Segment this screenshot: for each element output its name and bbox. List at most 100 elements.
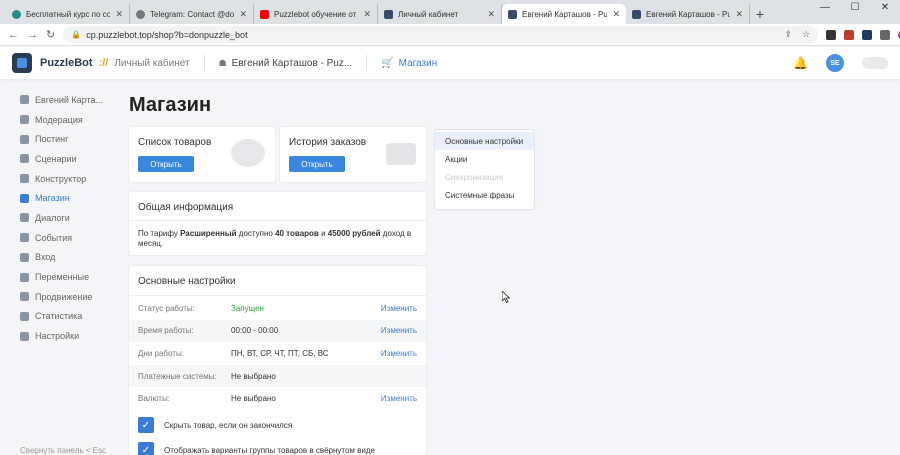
bookmark-star-icon[interactable]: ☆ — [802, 29, 810, 40]
sidebar-item-scenarios[interactable]: Сценарии — [0, 149, 110, 169]
extensions-bar: ⋮ — [826, 29, 900, 40]
breadcrumb-label: Магазин — [398, 57, 438, 69]
open-orders-button[interactable]: Открыть — [289, 156, 345, 172]
dialog-icon — [20, 213, 29, 223]
sidebar-item-label: Настройки — [35, 331, 80, 342]
settings-row-status: Статус работы: Запущен Изменить — [129, 297, 426, 320]
breadcrumb-label: Личный кабинет — [114, 57, 190, 69]
edit-status-link[interactable]: Изменить — [381, 304, 417, 313]
bot-icon — [20, 95, 29, 105]
settings-card-title: Основные настройки — [138, 276, 236, 287]
puzzlebot-logo-icon[interactable] — [12, 53, 32, 73]
brand-name[interactable]: PuzzleBot — [40, 57, 93, 69]
close-window-icon[interactable]: ✕ — [870, 0, 900, 18]
sidebar-item-label: Диалоги — [35, 212, 70, 223]
sidebar-item-dialogs[interactable]: Диалоги — [0, 208, 110, 228]
bell-icon — [20, 233, 29, 243]
bot-icon: ☗ — [218, 57, 227, 68]
login-icon — [20, 252, 29, 262]
puzzle-extensions-icon[interactable] — [880, 29, 891, 40]
sidebar-item-label: Статистика — [35, 311, 83, 322]
sidebar-item-settings[interactable]: Настройки — [0, 326, 110, 346]
gear-icon — [20, 331, 29, 341]
sidebar-item-bot[interactable]: Евгений Карта... — [0, 90, 110, 110]
sidebar-item-label: Евгений Карта... — [35, 94, 103, 105]
tariff-text: По тарифу — [138, 229, 181, 238]
sidebar-item-label: Магазин — [35, 193, 70, 204]
extension-icon[interactable] — [862, 29, 873, 40]
sidebar-item-label: События — [35, 232, 73, 243]
sidebar-item-statistics[interactable]: Статистика — [0, 307, 110, 327]
sidebar-item-variables[interactable]: Переменные — [0, 267, 110, 287]
sidebar-item-events[interactable]: События — [0, 228, 110, 248]
divider — [129, 295, 426, 296]
tab-title: Евгений Карташов - Puzzlebot — [646, 9, 730, 19]
tariff-plan: Расширенный — [180, 229, 237, 238]
breadcrumb-shop[interactable]: 🛒 Магазин — [381, 58, 437, 69]
breadcrumb-label: Евгений Карташов - Puz... — [231, 57, 353, 69]
share-icon[interactable]: ⇪ — [785, 29, 793, 40]
edit-currencies-link[interactable]: Изменить — [381, 394, 417, 403]
settings-row-time: Время работы: 00:00 - 00:00 Изменить — [129, 319, 426, 343]
breadcrumb-cabinet[interactable]: Личный кабинет — [114, 58, 189, 69]
menu-item-main-settings[interactable]: Основные настройки — [435, 132, 534, 150]
tab-close-icon[interactable]: ✕ — [735, 9, 743, 20]
sidebar-item-posting[interactable]: Постинг — [0, 129, 110, 149]
hide-out-of-stock-option[interactable]: ✓ Скрыть товар, если он закончился — [138, 417, 292, 433]
setting-label: Статус работы: — [138, 303, 195, 313]
sidebar-item-moderation[interactable]: Модерация — [0, 110, 110, 130]
tab-close-icon[interactable]: ✕ — [363, 9, 371, 20]
tab-close-icon[interactable]: ✕ — [612, 9, 620, 20]
tab-close-icon[interactable]: ✕ — [239, 9, 247, 20]
tab-title: Puzzlebot обучение от А до Я — [274, 9, 358, 19]
browser-tab[interactable]: Личный кабинет ✕ — [378, 4, 502, 24]
window-controls: — ☐ ✕ — [810, 0, 900, 18]
menu-item-promotions[interactable]: Акции — [435, 150, 534, 168]
checkbox-checked-icon[interactable]: ✓ — [138, 417, 154, 433]
maximize-icon[interactable]: ☐ — [840, 0, 870, 18]
browser-tab[interactable]: Евгений Карташов - Puzzlebot ✕ — [626, 4, 750, 24]
products-card-title: Список товаров — [138, 137, 212, 148]
notifications-bell-icon[interactable]: 🔔 — [793, 56, 808, 70]
extension-icon[interactable] — [844, 29, 855, 40]
sidebar-item-entry[interactable]: Вход — [0, 248, 110, 268]
checkbox-label: Скрыть товар, если он закончился — [164, 420, 293, 430]
avatar[interactable]: SE — [826, 54, 844, 72]
general-info-card: Общая информация По тарифу Расширенный д… — [129, 192, 426, 255]
open-products-button[interactable]: Открыть — [138, 156, 194, 172]
collapse-sidebar-link[interactable]: Свернуть панель < Esc — [20, 446, 106, 455]
minimize-icon[interactable]: — — [810, 0, 840, 18]
forward-icon[interactable]: → — [27, 29, 38, 41]
browser-tab[interactable]: Бесплатный курс по создани ✕ — [6, 4, 130, 24]
sidebar-item-label: Переменные — [35, 272, 90, 283]
url-input[interactable]: 🔒 cp.puzzlebot.top/shop?b=donpuzzle_bot … — [63, 26, 819, 43]
sidebar-item-label: Вход — [35, 252, 56, 263]
megaphone-icon — [20, 134, 29, 144]
tab-favicon-icon — [12, 9, 21, 19]
menu-item-system-phrases[interactable]: Системные фразы — [435, 186, 534, 204]
orders-card-title: История заказов — [289, 137, 367, 148]
settings-row-payments: Платежные системы: Не выбрано — [129, 364, 426, 388]
edit-time-link[interactable]: Изменить — [381, 326, 417, 335]
checkbox-checked-icon[interactable]: ✓ — [138, 442, 154, 455]
sidebar-item-label: Конструктор — [35, 173, 87, 184]
reload-icon[interactable]: ↻ — [46, 28, 55, 41]
settings-menu: Основные настройки Акции Синхронизация С… — [435, 130, 534, 209]
variable-icon — [20, 272, 29, 282]
edit-days-link[interactable]: Изменить — [381, 349, 417, 358]
breadcrumb-bot[interactable]: ☗ Евгений Карташов - Puz... — [219, 58, 353, 69]
collapsed-variants-option[interactable]: ✓ Отображать варианты группы товаров в с… — [138, 442, 375, 455]
browser-tab[interactable]: Puzzlebot обучение от А до Я ✕ — [254, 4, 378, 24]
extension-icon[interactable] — [826, 29, 837, 40]
tab-close-icon[interactable]: ✕ — [487, 9, 495, 20]
new-tab-button[interactable]: + — [750, 4, 770, 24]
sidebar-item-promotion[interactable]: Продвижение — [0, 287, 110, 307]
sidebar-item-shop[interactable]: Магазин — [0, 188, 110, 208]
settings-row-days: Дни работы: ПН, ВТ, СР, ЧТ, ПТ, СБ, ВС И… — [129, 342, 426, 365]
tab-close-icon[interactable]: ✕ — [115, 9, 123, 20]
back-icon[interactable]: ← — [8, 29, 19, 41]
browser-tab-active[interactable]: Евгений Карташов - Puzzlebot ✕ — [502, 4, 626, 24]
browser-tab[interactable]: Telegram: Contact @donpuzzle ✕ — [130, 4, 254, 24]
user-menu[interactable] — [862, 57, 888, 69]
sidebar-item-constructor[interactable]: Конструктор — [0, 169, 110, 189]
